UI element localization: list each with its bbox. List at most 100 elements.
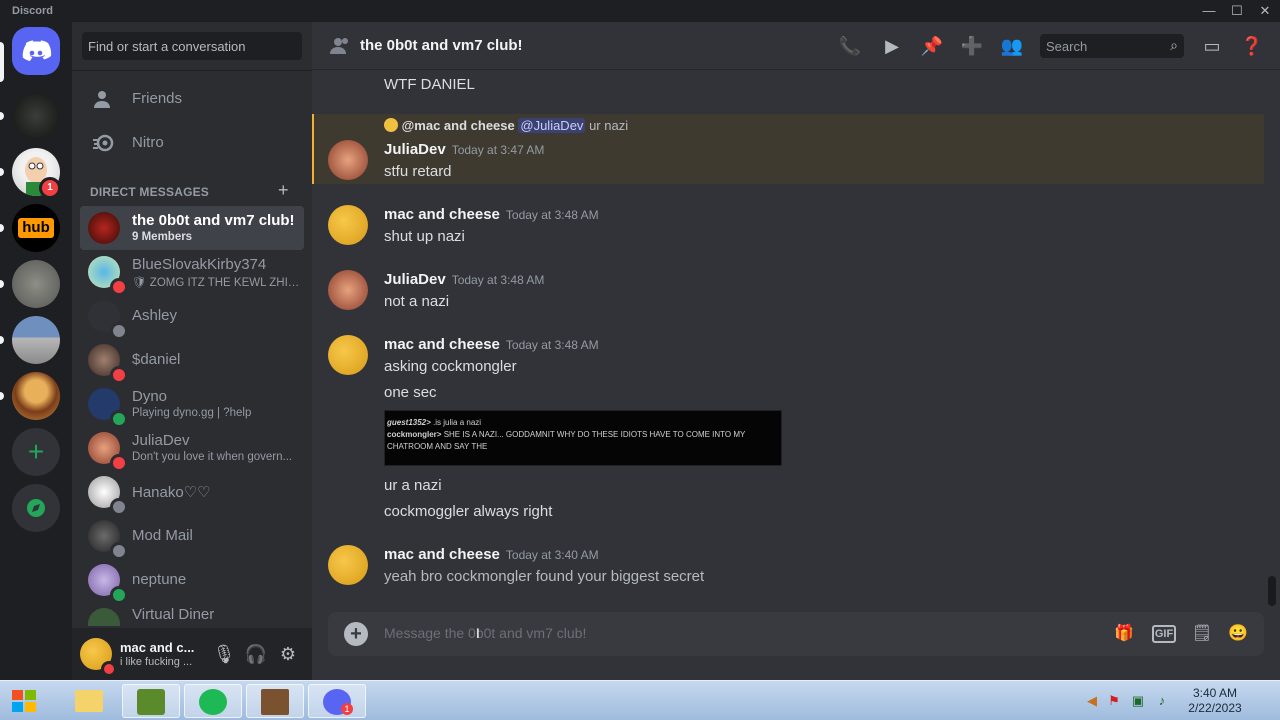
username: mac and c...	[120, 640, 195, 655]
dm-name: Dyno	[132, 388, 168, 405]
settings-gear-icon[interactable]: ⚙	[276, 642, 300, 666]
close-button[interactable]: ✕	[1252, 2, 1278, 20]
custom-status: i like fucking ...	[120, 656, 193, 668]
search-icon: ⌕	[1170, 37, 1178, 53]
server-icon-hub[interactable]: hub	[12, 204, 60, 252]
author-name[interactable]: JuliaDev	[384, 141, 446, 158]
server-icon-building[interactable]	[12, 316, 60, 364]
message-list: WTF DANIEL @mac and cheese @JuliaDev ur …	[312, 70, 1264, 612]
author-name[interactable]: mac and cheese	[384, 336, 500, 353]
dm-item[interactable]: Virtual Diner	[80, 602, 304, 626]
dm-item[interactable]: Dyno Playing dyno.gg | ?help	[80, 382, 304, 428]
file-explorer-icon[interactable]	[60, 684, 118, 718]
avatar[interactable]	[328, 335, 368, 375]
message-text: cockmoggler always right	[384, 503, 553, 520]
windows-start-icon[interactable]	[6, 683, 42, 719]
message-text: WTF DANIEL	[384, 76, 475, 93]
maximize-button[interactable]: ☐	[1224, 2, 1250, 20]
pin-icon[interactable]: 📌	[920, 34, 944, 58]
chat-name: guest1352>	[387, 418, 431, 427]
dm-subtitle: 🛡 ZOMG ITZ THE KEWL ZHIE...	[132, 277, 300, 289]
create-dm-icon[interactable]: +	[278, 180, 289, 201]
voice-call-icon[interactable]: 📞	[838, 34, 862, 58]
discord-logo-icon	[22, 40, 52, 61]
server-icon-dark[interactable]	[12, 92, 60, 140]
dm-item-group[interactable]: the 0b0t and vm7 club! 9 Members	[80, 206, 304, 250]
system-clock[interactable]: 3:40 AM 2/22/2023	[1182, 686, 1248, 716]
avatar	[88, 212, 120, 244]
message-composer[interactable]: + Message the 0b0t and vm7 club! 🎁 GIF 🗒…	[328, 612, 1264, 656]
message-text: asking cockmongler	[384, 358, 517, 375]
friends-nav[interactable]: Friends	[80, 78, 304, 120]
avatar[interactable]	[328, 545, 368, 585]
chat-area: the 0b0t and vm7 club! 📞 ▶ 📌 ➕ 👥 Search …	[312, 22, 1280, 680]
minimize-button[interactable]: —	[1196, 2, 1222, 20]
volume-icon[interactable]: ♪	[1154, 693, 1170, 709]
dm-item[interactable]: neptune	[80, 558, 304, 604]
server-icon-rocks[interactable]	[12, 260, 60, 308]
microphone-icon[interactable]: 🎙	[212, 642, 236, 666]
divider	[72, 70, 312, 71]
reply-preview[interactable]: @mac and cheese @JuliaDev ur nazi	[384, 118, 628, 133]
server-rail: 1 hub +	[0, 22, 72, 680]
message-author[interactable]: JuliaDev Today at 3:47 AM	[384, 141, 544, 158]
member-list-icon[interactable]: 👥	[1000, 34, 1024, 58]
explore-servers-icon[interactable]	[12, 484, 60, 532]
dm-item[interactable]: $daniel	[80, 338, 304, 384]
dm-item[interactable]: Ashley	[80, 294, 304, 340]
dm-name: the 0b0t and vm7 club!	[132, 212, 295, 229]
flag-icon[interactable]: ⚑	[1106, 693, 1122, 709]
add-friend-icon[interactable]: ➕	[960, 34, 984, 58]
dm-item[interactable]: BlueSlovakKirby374 🛡 ZOMG ITZ THE KEWL Z…	[80, 250, 304, 296]
message-author[interactable]: mac and cheese Today at 3:48 AM	[384, 206, 599, 223]
avatar	[88, 608, 120, 626]
message-text: shut up nazi	[384, 228, 465, 245]
tray-arrow-icon[interactable]: ◀	[1084, 693, 1100, 709]
sticker-icon[interactable]: 🗒	[1190, 622, 1214, 646]
emoji-icon[interactable]: 😀	[1226, 622, 1250, 646]
inbox-icon[interactable]: ▭	[1200, 34, 1224, 58]
search-input[interactable]: Search ⌕	[1040, 34, 1184, 58]
message-text: stfu retard	[384, 163, 452, 180]
home-button[interactable]	[12, 27, 60, 75]
attach-plus-icon[interactable]: +	[344, 622, 368, 646]
author-name[interactable]: JuliaDev	[384, 271, 446, 288]
dm-item[interactable]: Mod Mail	[80, 514, 304, 560]
author-name[interactable]: mac and cheese	[384, 546, 500, 563]
gif-button[interactable]: GIF	[1152, 625, 1176, 643]
avatar[interactable]	[328, 270, 368, 310]
avatar[interactable]	[328, 140, 368, 180]
dm-item[interactable]: Hanako♡♡	[80, 470, 304, 516]
minecraft-icon[interactable]	[246, 684, 304, 718]
help-icon[interactable]: ❓	[1240, 34, 1264, 58]
add-server-icon[interactable]: +	[12, 428, 60, 476]
app-title: Discord	[12, 5, 53, 17]
avatar[interactable]	[328, 205, 368, 245]
server-icon-burger[interactable]	[12, 372, 60, 420]
discord-taskbar-icon[interactable]: 1	[308, 684, 366, 718]
channel-title: the 0b0t and vm7 club!	[360, 37, 523, 54]
nitro-nav[interactable]: Nitro	[80, 122, 304, 164]
message-author[interactable]: mac and cheese Today at 3:48 AM	[384, 336, 599, 353]
taskbar-app-green-icon[interactable]	[122, 684, 180, 718]
dm-item[interactable]: JuliaDev Don't you love it when govern..…	[80, 426, 304, 472]
server-badge: 1	[39, 177, 61, 199]
scrollbar-thumb[interactable]	[1268, 576, 1276, 606]
headphones-icon[interactable]: 🎧	[244, 642, 268, 666]
mention[interactable]: @JuliaDev	[518, 118, 586, 133]
timestamp: Today at 3:48 AM	[505, 208, 599, 222]
find-conversation-button[interactable]: Find or start a conversation	[82, 32, 302, 60]
message-text: not a nazi	[384, 293, 450, 310]
scrollbar[interactable]	[1268, 70, 1276, 612]
message-author[interactable]: mac and cheese Today at 3:40 AM	[384, 546, 599, 563]
gift-icon[interactable]: 🎁	[1112, 622, 1136, 646]
image-attachment[interactable]: guest1352> .is julia a nazi cockmongler>…	[384, 410, 782, 466]
message-text: ur a nazi	[384, 477, 442, 494]
message-author[interactable]: JuliaDev Today at 3:48 AM	[384, 271, 544, 288]
author-name[interactable]: mac and cheese	[384, 206, 500, 223]
clock-time: 3:40 AM	[1192, 686, 1238, 700]
message-text: one sec	[384, 384, 437, 401]
network-icon[interactable]: ▣	[1130, 693, 1146, 709]
spotify-icon[interactable]	[184, 684, 242, 718]
video-call-icon[interactable]: ▶	[880, 34, 904, 58]
